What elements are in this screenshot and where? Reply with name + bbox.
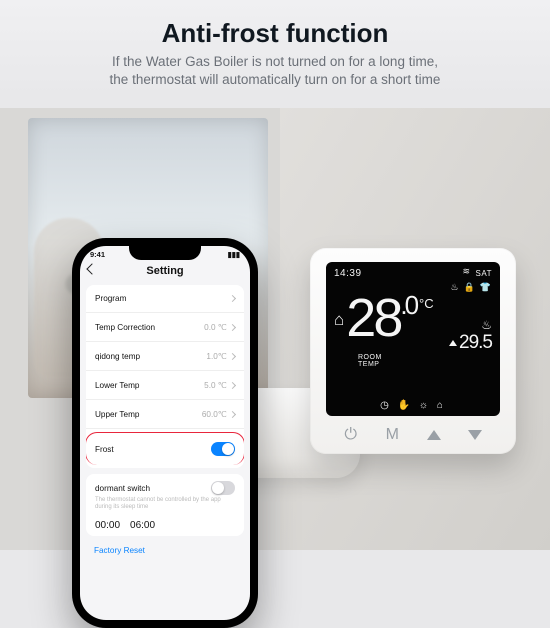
set-temp-block: ♨ 29.5: [449, 318, 492, 354]
row-frost-label: Frost: [95, 445, 114, 454]
row-qidong-label: qidong temp: [95, 352, 140, 361]
power-button[interactable]: ⏻: [337, 426, 365, 444]
chevron-right-icon: [229, 410, 236, 417]
room-temp-dec: .0: [400, 290, 416, 320]
flame-icon: ♨: [450, 282, 458, 293]
settings-title-label: Setting: [146, 265, 183, 277]
row-tc-label: Temp Correction: [95, 323, 155, 332]
row-program-value: [227, 296, 235, 301]
row-tc-value: 0.0 ℃: [204, 322, 235, 332]
settings-title: Setting: [80, 259, 250, 281]
dormant-block: dormant switch The thermostat cannot be …: [86, 474, 244, 536]
subtitle-line-2: the thermostat will automatically turn o…: [110, 72, 441, 87]
row-program-label: Program: [95, 294, 126, 303]
wifi-icon: ≋: [462, 266, 470, 277]
row-lower-label: Lower Temp: [95, 381, 139, 390]
row-lower-value: 5.0 ℃: [204, 380, 235, 390]
down-button[interactable]: [461, 430, 489, 440]
phone-frame: 9:41 ▮▮▮ Setting Program Temp Correction…: [72, 238, 258, 628]
page-subtitle: If the Water Gas Boiler is not turned on…: [20, 53, 530, 89]
triangle-up-icon: [427, 430, 441, 440]
status-time: 9:41: [90, 250, 105, 259]
dormant-label: dormant switch: [95, 484, 150, 493]
thermostat-buttons: ⏻ M: [326, 416, 500, 446]
row-qidong-temp[interactable]: qidong temp 1.0℃: [86, 342, 244, 371]
scene-backdrop: 9:41 ▮▮▮ Setting Program Temp Correction…: [0, 108, 550, 550]
settings-list: Program Temp Correction 0.0 ℃ qidong tem…: [86, 285, 244, 468]
hand-icon: ✋: [398, 400, 413, 411]
clock-icon: ◷: [380, 400, 392, 411]
set-flame-icon: ♨: [449, 318, 492, 332]
room-temp-label: ROOMTEMP: [358, 354, 382, 368]
room-temp-int: 28: [346, 288, 400, 348]
phone-notch: [129, 246, 201, 260]
dormant-time-end[interactable]: 06:00: [130, 520, 155, 531]
lcd-bottom-icons: ◷ ✋ ☼ ⌂: [326, 400, 500, 411]
back-icon[interactable]: [86, 263, 97, 274]
mode-button[interactable]: M: [378, 426, 406, 444]
dormant-times: 00:00 06:00: [95, 520, 235, 531]
factory-reset-link[interactable]: Factory Reset: [80, 536, 250, 555]
lcd-clock: 14:39: [334, 268, 362, 279]
row-frost[interactable]: Frost: [86, 432, 244, 465]
row-temp-correction[interactable]: Temp Correction 0.0 ℃: [86, 313, 244, 342]
dormant-time-start[interactable]: 00:00: [95, 520, 120, 531]
phone-screen: 9:41 ▮▮▮ Setting Program Temp Correction…: [80, 246, 250, 620]
home-icon: ⌂: [334, 310, 344, 330]
triangle-down-icon: [468, 430, 482, 440]
lcd-status-icons: ♨ 🔒 👕: [450, 282, 491, 293]
lock-icon: 🔒: [464, 282, 475, 293]
thermostat-lcd: 14:39 SAT ♨ 🔒 👕 ≋ ⌂ 28.0 °C ROOMTEMP ♨: [326, 262, 500, 416]
status-icons: ▮▮▮: [228, 250, 240, 259]
row-upper-temp[interactable]: Upper Temp 60.0℃: [86, 400, 244, 429]
shirt-icon: 👕: [480, 282, 491, 293]
chevron-right-icon: [229, 352, 236, 359]
set-temp-value: 29.5: [449, 332, 492, 354]
arrow-up-icon: [449, 340, 457, 346]
thermostat-device: 14:39 SAT ♨ 🔒 👕 ≋ ⌂ 28.0 °C ROOMTEMP ♨: [310, 248, 516, 454]
row-program[interactable]: Program: [86, 285, 244, 313]
sun-icon: ☼: [419, 400, 431, 411]
frost-toggle[interactable]: [211, 442, 235, 456]
toggle-knob: [222, 443, 234, 455]
chevron-right-icon: [229, 295, 236, 302]
page-title: Anti-frost function: [20, 18, 530, 49]
row-upper-label: Upper Temp: [95, 410, 139, 419]
room-temp-value: 28.0: [346, 294, 416, 343]
house-icon: ⌂: [437, 400, 446, 411]
row-lower-temp[interactable]: Lower Temp 5.0 ℃: [86, 371, 244, 400]
subtitle-line-1: If the Water Gas Boiler is not turned on…: [112, 54, 438, 69]
unit-label: °C: [419, 296, 434, 311]
toggle-knob: [212, 482, 224, 494]
chevron-right-icon: [229, 323, 236, 330]
lcd-day: SAT: [476, 269, 492, 278]
row-qidong-value: 1.0℃: [206, 351, 235, 361]
chevron-right-icon: [229, 381, 236, 388]
row-upper-value: 60.0℃: [202, 409, 235, 419]
dormant-toggle[interactable]: [211, 481, 235, 495]
dormant-note: The thermostat cannot be controlled by t…: [95, 497, 235, 511]
up-button[interactable]: [420, 430, 448, 440]
